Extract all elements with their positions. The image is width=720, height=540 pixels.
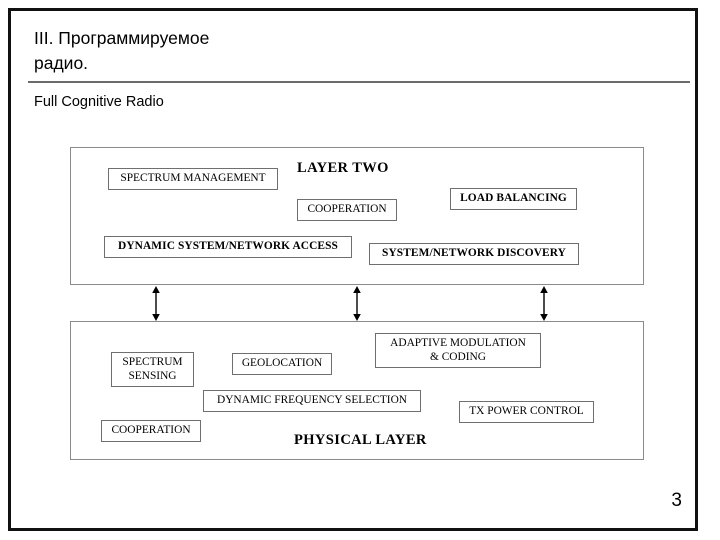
layer-two-title: LAYER TWO bbox=[297, 160, 389, 176]
diagram-node: SPECTRUM MANAGEMENT bbox=[108, 168, 278, 190]
diagram-node: DYNAMIC SYSTEM/NETWORK ACCESS bbox=[104, 236, 352, 258]
diagram-node: SYSTEM/NETWORK DISCOVERY bbox=[369, 243, 579, 265]
diagram-node: DYNAMIC FREQUENCY SELECTION bbox=[203, 390, 421, 412]
diagram-node: COOPERATION bbox=[101, 420, 201, 442]
slide: III. Программируемое радио. Full Cogniti… bbox=[0, 0, 720, 540]
cognitive-radio-diagram: LAYER TWO PHYSICAL LAYER SPECTRUM MANAGE… bbox=[0, 0, 720, 540]
diagram-node: TX POWER CONTROL bbox=[459, 401, 594, 423]
diagram-node: ADAPTIVE MODULATION & CODING bbox=[375, 333, 541, 368]
page-number: 3 bbox=[671, 490, 682, 511]
double-arrow-icon bbox=[537, 286, 551, 321]
diagram-node: GEOLOCATION bbox=[232, 353, 332, 375]
diagram-node: LOAD BALANCING bbox=[450, 188, 577, 210]
diagram-node: SPECTRUM SENSING bbox=[111, 352, 194, 387]
physical-layer-title: PHYSICAL LAYER bbox=[294, 432, 427, 448]
diagram-node: COOPERATION bbox=[297, 199, 397, 221]
double-arrow-icon bbox=[350, 286, 364, 321]
double-arrow-icon bbox=[149, 286, 163, 321]
